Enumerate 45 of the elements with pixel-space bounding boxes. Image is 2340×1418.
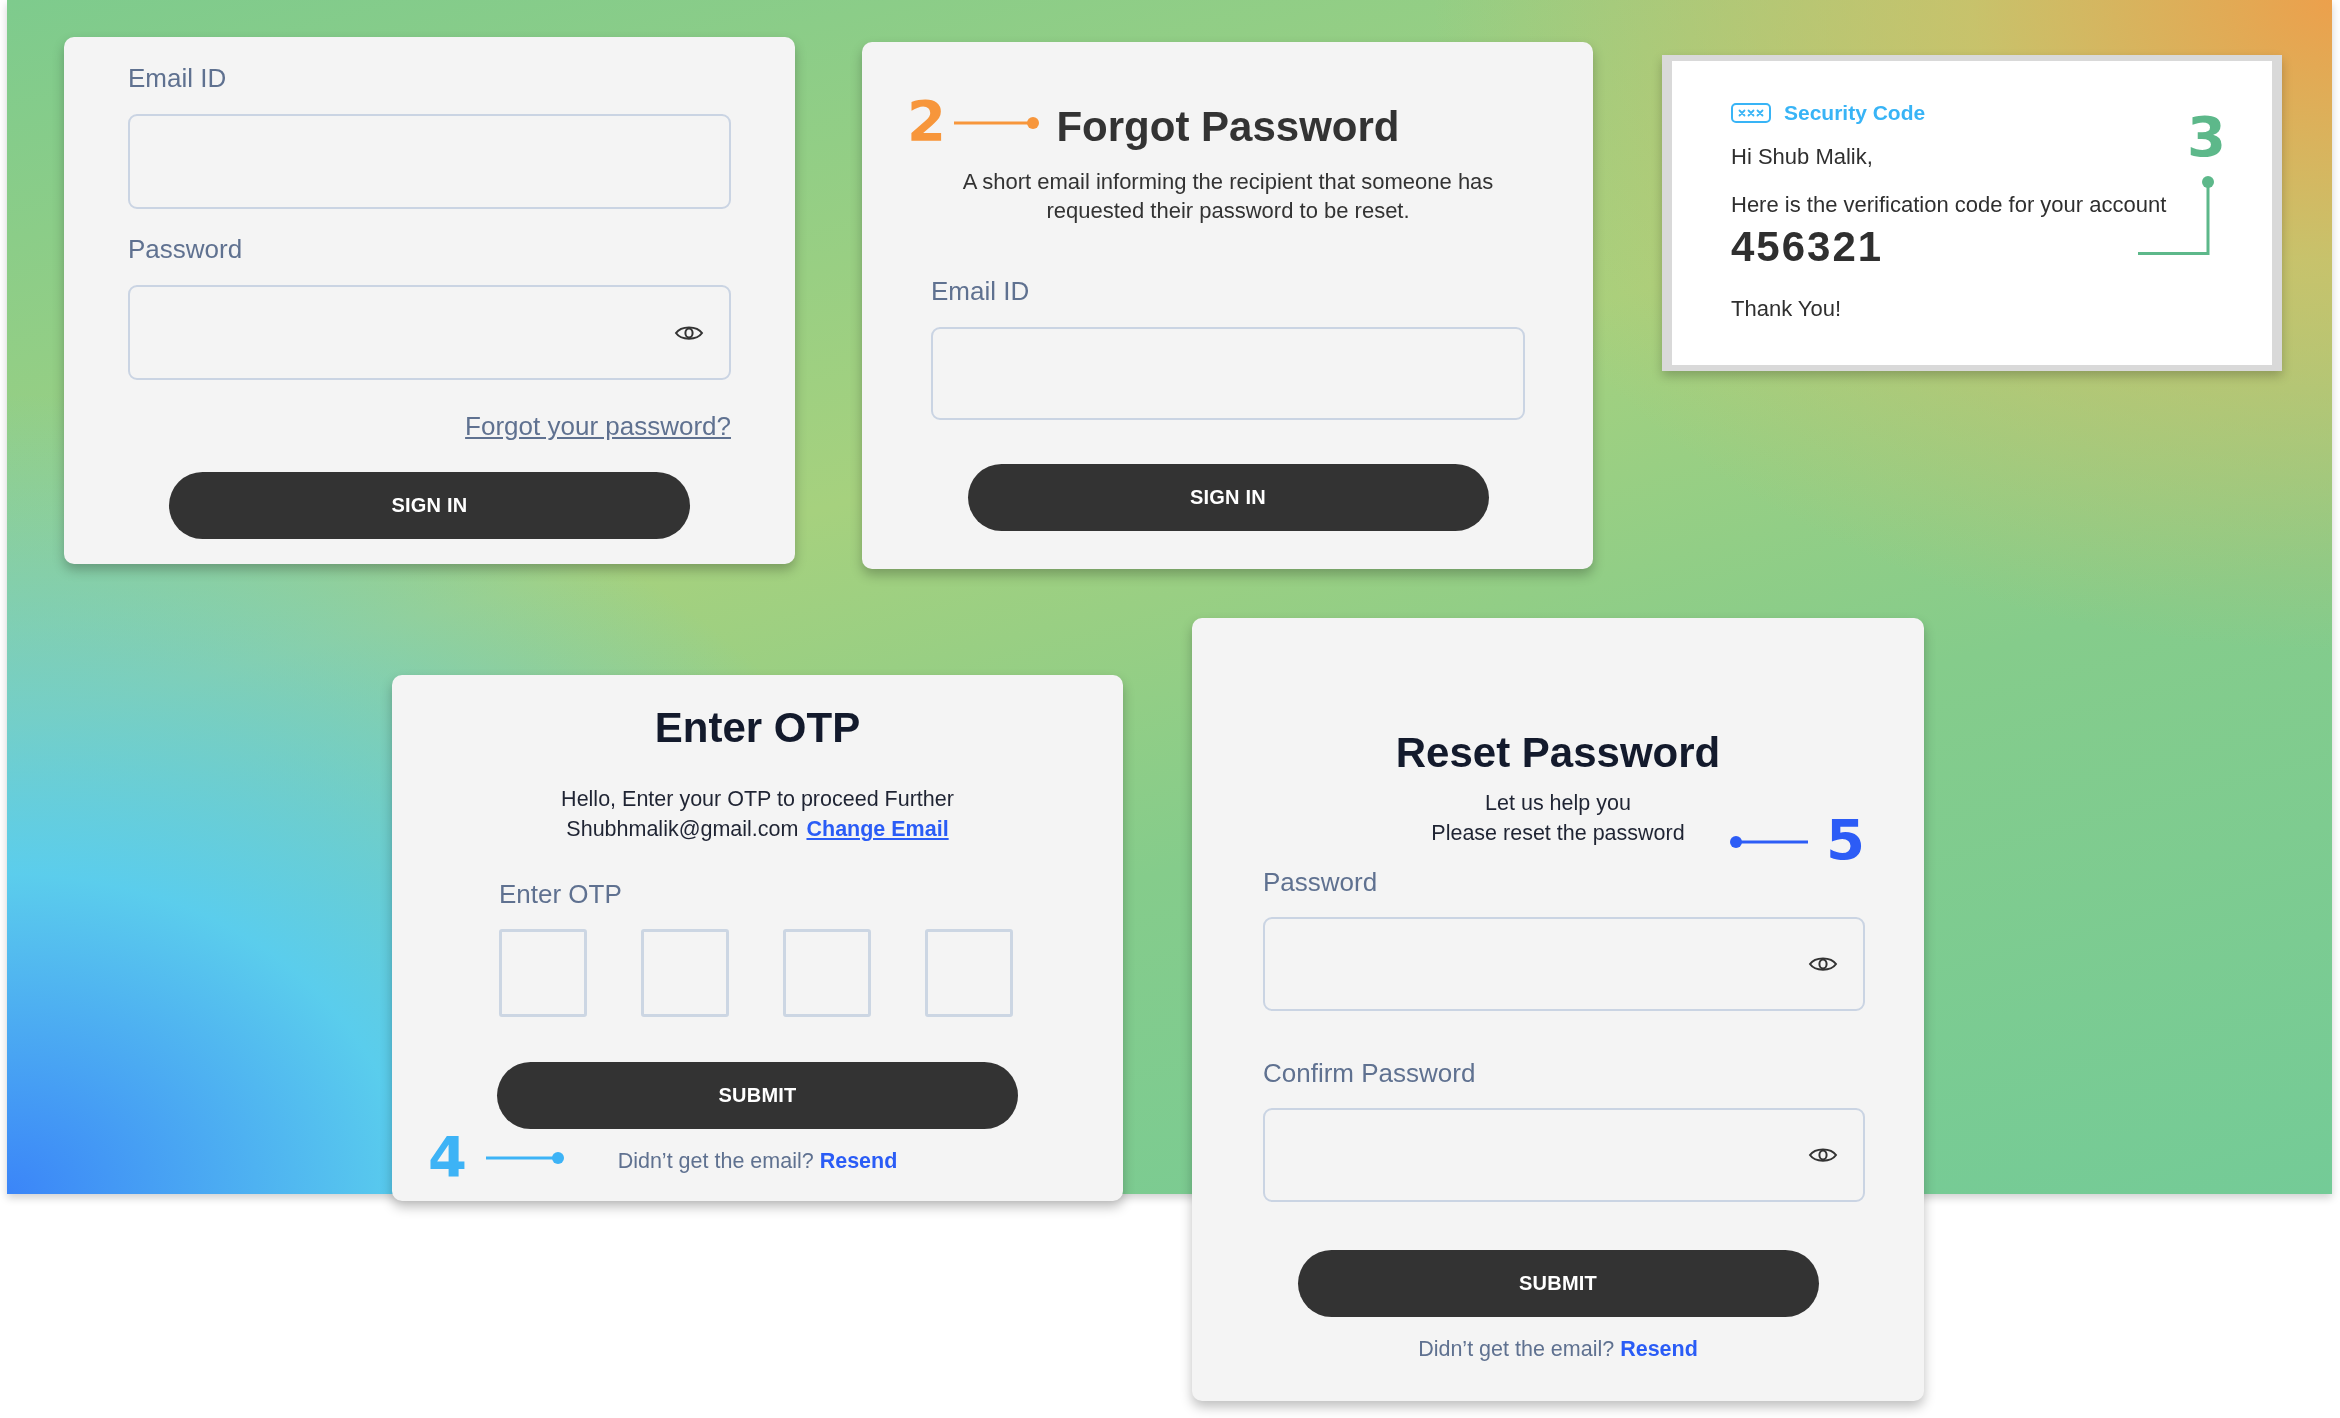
forgot-password-link[interactable]: Forgot your password? — [465, 411, 731, 441]
subtitle-text: Let us help you — [1485, 790, 1631, 817]
otp-digit-field[interactable] — [925, 929, 1013, 1017]
step-number: 5 — [1826, 818, 1865, 863]
description-text: A short email informing the recipient that someone has requested their password to be reset. — [961, 168, 1495, 225]
greeting-text: Hi Shub Malik, — [1731, 144, 1873, 170]
card-title: Enter OTP — [654, 703, 861, 753]
message-text: Here is the verification code for your account — [1731, 192, 2167, 218]
step-number: 4 — [428, 1135, 467, 1180]
resend-prompt: Didn’t get the email? — [617, 1148, 814, 1175]
field-label: Email ID — [128, 63, 227, 93]
card-title: Forgot Password — [1056, 102, 1400, 152]
otp-digit-field[interactable] — [783, 929, 871, 1017]
password-field[interactable] — [1263, 1108, 1865, 1202]
resend-link[interactable]: Resend — [1620, 1335, 1698, 1363]
step-number: 2 — [907, 99, 946, 144]
email-address: Shubhmalik@gmail.com — [566, 816, 799, 843]
subtitle-text: Please reset the password — [1431, 820, 1685, 847]
field-label: Confirm Password — [1263, 1058, 1476, 1088]
submit-button[interactable]: SUBMIT — [497, 1062, 1018, 1129]
field-label: Enter OTP — [499, 879, 622, 909]
sign-in-button[interactable]: SIGN IN — [169, 472, 690, 539]
step-number: 3 — [2187, 115, 2226, 160]
email-field[interactable] — [931, 327, 1525, 420]
otp-digit-field[interactable] — [641, 929, 729, 1017]
masked-code-icon — [1731, 103, 1771, 123]
field-label: Password — [1263, 867, 1378, 897]
resend-prompt: Didn’t get the email? — [1418, 1336, 1615, 1363]
otp-message: Hello, Enter your OTP to proceed Further — [561, 786, 954, 813]
change-email-link[interactable]: Change Email — [806, 814, 949, 844]
card-title: Reset Password — [1395, 728, 1721, 778]
password-field[interactable] — [128, 285, 731, 380]
eye-icon[interactable] — [1808, 954, 1838, 974]
field-label: Email ID — [931, 276, 1030, 306]
sign-in-button[interactable]: SIGN IN — [967, 464, 1489, 531]
security-code-heading: Security Code — [1784, 100, 1926, 126]
password-field[interactable] — [1263, 917, 1865, 1011]
email-field[interactable] — [128, 114, 731, 209]
eye-icon[interactable] — [1808, 1145, 1838, 1165]
resend-link[interactable]: Resend — [819, 1147, 898, 1175]
submit-button[interactable]: SUBMIT — [1297, 1250, 1819, 1317]
closing-text: Thank You! — [1731, 296, 1842, 322]
otp-digit-field[interactable] — [499, 929, 587, 1017]
field-label: Password — [128, 234, 243, 264]
verification-code: 456321 — [1731, 223, 1884, 271]
